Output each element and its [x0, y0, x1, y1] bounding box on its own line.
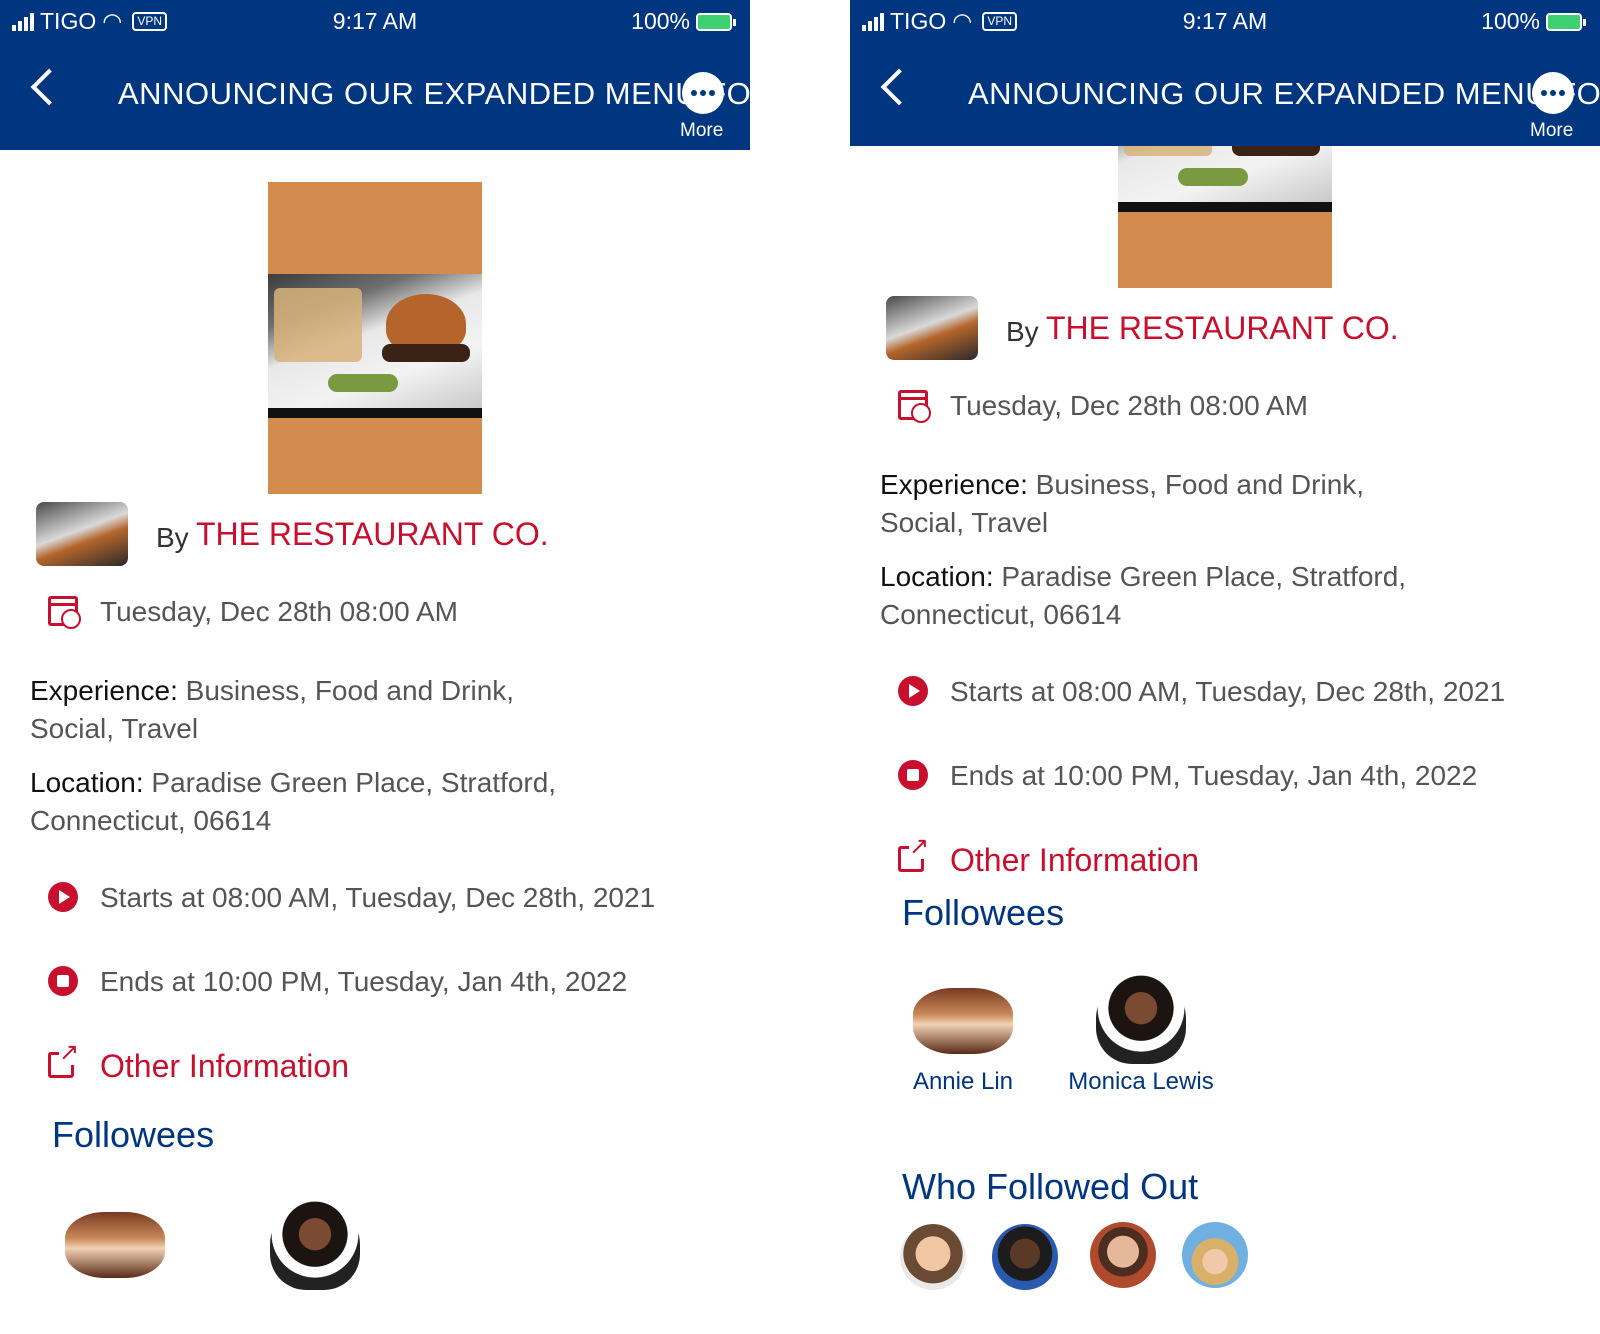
location-line2: Connecticut, 06614 [30, 805, 272, 836]
location-block: Location: Paradise Green Place, Stratfor… [30, 764, 650, 840]
followee-annie[interactable] [40, 1212, 190, 1278]
followees-heading: Followees [52, 1114, 215, 1155]
event-content: By THE RESTAURANT CO. Tuesday, Dec 28th … [0, 150, 750, 1334]
other-information-label[interactable]: Other Information [950, 842, 1199, 879]
location-line2: Connecticut, 06614 [880, 599, 1122, 630]
more-button-label[interactable]: More [680, 120, 723, 142]
avatar[interactable] [65, 1212, 165, 1278]
by-label: By [1006, 316, 1039, 347]
avatar[interactable] [270, 1200, 360, 1290]
location-label: Location: [30, 767, 144, 798]
battery-icon [696, 12, 736, 31]
followee-monica[interactable] [240, 1200, 390, 1290]
experience-block: Experience: Business, Food and Drink, So… [30, 672, 650, 748]
location-label: Location: [880, 561, 994, 592]
end-time: Ends at 10:00 PM, Tuesday, Jan 4th, 2022 [950, 760, 1478, 791]
start-time: Starts at 08:00 AM, Tuesday, Dec 28th, 2… [100, 882, 656, 913]
back-chevron-icon[interactable] [880, 68, 918, 106]
follower-avatar[interactable] [1090, 1222, 1156, 1288]
more-dots-icon[interactable] [1532, 72, 1574, 114]
screen-left: TIGO ◠ VPN 9:17 AM 100% ANNOUNCING OUR E… [0, 0, 750, 1334]
more-dots-icon[interactable] [682, 72, 724, 114]
avatar[interactable] [913, 988, 1013, 1054]
screen-right: TIGO ◠ VPN 9:17 AM 100% ANNOUNCING OUR E… [850, 0, 1600, 1334]
burger-photo [1118, 146, 1332, 202]
page-title: ANNOUNCING OUR EXPANDED MENU FO [968, 76, 1600, 111]
battery-percent: 100% [631, 8, 690, 34]
page-title: ANNOUNCING OUR EXPANDED MENU FO [118, 76, 750, 111]
author-name[interactable]: THE RESTAURANT CO. [1046, 310, 1399, 347]
followee-annie[interactable]: Annie Lin [888, 988, 1038, 1096]
followee-name[interactable]: Annie Lin [888, 1068, 1038, 1096]
stop-circle-icon [48, 966, 78, 996]
followees-heading: Followees [902, 892, 1065, 933]
experience-label: Experience: [880, 469, 1028, 500]
followee-monica[interactable]: Monica Lewis [1066, 974, 1216, 1096]
other-information-label[interactable]: Other Information [100, 1048, 349, 1085]
start-time: Starts at 08:00 AM, Tuesday, Dec 28th, 2… [950, 676, 1506, 707]
calendar-clock-icon [898, 390, 931, 423]
follower-avatar[interactable] [900, 1224, 966, 1290]
location-block: Location: Paradise Green Place, Stratfor… [880, 558, 1500, 634]
external-link-icon [898, 835, 930, 872]
experience-line2: Social, Travel [880, 507, 1049, 538]
status-bar: TIGO ◠ VPN 9:17 AM 100% [850, 0, 1600, 40]
back-chevron-icon[interactable] [30, 68, 68, 106]
event-date: Tuesday, Dec 28th 08:00 AM [100, 596, 458, 627]
follower-avatar[interactable] [1182, 1222, 1248, 1288]
experience-line1: Business, Food and Drink, [185, 675, 515, 706]
burger-photo [268, 274, 482, 408]
who-followed-out-heading: Who Followed Out [902, 1166, 1199, 1207]
author-avatar[interactable] [886, 296, 978, 360]
experience-line2: Social, Travel [30, 713, 199, 744]
follower-avatar[interactable] [992, 1224, 1058, 1290]
location-line1: Paradise Green Place, Stratford, [151, 767, 557, 798]
battery-percent: 100% [1481, 8, 1540, 34]
play-circle-icon [48, 882, 78, 912]
top-navbar: TIGO ◠ VPN 9:17 AM 100% ANNOUNCING OUR E… [0, 0, 750, 150]
author-avatar[interactable] [36, 502, 128, 566]
event-author[interactable]: By THE RESTAURANT CO. [36, 502, 636, 572]
experience-line1: Business, Food and Drink, [1035, 469, 1365, 500]
more-button-label[interactable]: More [1530, 120, 1573, 142]
avatar[interactable] [1096, 974, 1186, 1064]
author-name[interactable]: THE RESTAURANT CO. [196, 516, 549, 553]
external-link-icon [48, 1041, 80, 1078]
location-line1: Paradise Green Place, Stratford, [1001, 561, 1407, 592]
event-content: By THE RESTAURANT CO. Tuesday, Dec 28th … [850, 146, 1600, 1334]
experience-block: Experience: Business, Food and Drink, So… [880, 466, 1500, 542]
by-label: By [156, 522, 189, 553]
status-bar: TIGO ◠ VPN 9:17 AM 100% [0, 0, 750, 40]
event-hero-image [1118, 146, 1332, 288]
stop-circle-icon [898, 760, 928, 790]
experience-label: Experience: [30, 675, 178, 706]
end-time: Ends at 10:00 PM, Tuesday, Jan 4th, 2022 [100, 966, 628, 997]
calendar-clock-icon [48, 596, 81, 629]
followee-name[interactable]: Monica Lewis [1066, 1068, 1216, 1096]
battery-icon [1546, 12, 1586, 31]
top-navbar: TIGO ◠ VPN 9:17 AM 100% ANNOUNCING OUR E… [850, 0, 1600, 146]
event-date: Tuesday, Dec 28th 08:00 AM [950, 390, 1308, 421]
event-author[interactable]: By THE RESTAURANT CO. [886, 296, 1486, 366]
play-circle-icon [898, 676, 928, 706]
event-hero-image [268, 182, 482, 494]
